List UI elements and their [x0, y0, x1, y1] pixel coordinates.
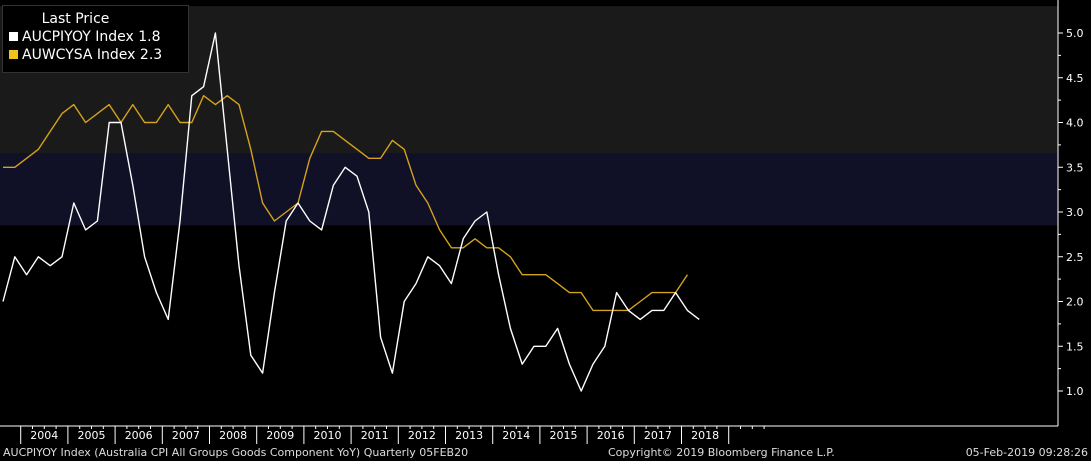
x-tick-label: 2018 [691, 429, 719, 442]
y-tick-label: 3.5 [1066, 161, 1084, 174]
y-tick-label: 3.0 [1066, 206, 1084, 219]
legend-item-auwcysa: AUWCYSA Index 2.3 [9, 46, 182, 64]
y-tick-label: 4.5 [1066, 72, 1084, 85]
footer-copyright: Copyright© 2019 Bloomberg Finance L.P. [608, 446, 835, 459]
x-tick-label: 2014 [502, 429, 530, 442]
x-tick-label: 2010 [314, 429, 342, 442]
y-tick-label: 1.0 [1066, 385, 1084, 398]
x-tick-label: 2016 [597, 429, 625, 442]
legend-label: AUCPIYOY Index [22, 29, 134, 45]
x-tick-label: 2005 [78, 429, 106, 442]
x-tick-label: 2009 [266, 429, 294, 442]
chart-footer: AUCPIYOY Index (Australia CPI All Groups… [0, 444, 1091, 461]
y-tick-label: 5.0 [1066, 27, 1084, 40]
x-tick-label: 2008 [219, 429, 247, 442]
x-tick-label: 2004 [30, 429, 58, 442]
x-tick-label: 2017 [644, 429, 672, 442]
x-tick-label: 2015 [550, 429, 578, 442]
legend-title: Last Price [41, 11, 110, 27]
legend-swatch-gold [9, 49, 18, 59]
y-tick-label: 1.5 [1066, 340, 1084, 353]
x-tick-label: 2012 [408, 429, 436, 442]
chart-legend: Last Price AUCPIYOY Index 1.8 AUWCYSA In… [2, 5, 189, 73]
legend-swatch-white [9, 31, 18, 41]
x-tick-label: 2011 [361, 429, 389, 442]
legend-value: 2.3 [139, 47, 163, 63]
x-tick-label: 2006 [125, 429, 153, 442]
y-tick-label: 2.0 [1066, 296, 1084, 309]
y-tick-label: 2.5 [1066, 251, 1084, 264]
x-tick-label: 2007 [172, 429, 200, 442]
y-tick-label: 4.0 [1066, 117, 1084, 130]
legend-value: 1.8 [138, 29, 161, 45]
legend-item-aucpiyoy: AUCPIYOY Index 1.8 [9, 28, 182, 46]
legend-label: AUWCYSA Index [22, 47, 136, 63]
x-tick-label: 2013 [455, 429, 483, 442]
band-target [0, 153, 1058, 226]
footer-description: AUCPIYOY Index (Australia CPI All Groups… [3, 446, 469, 459]
footer-timestamp: 05-Feb-2019 09:28:26 [965, 446, 1088, 459]
